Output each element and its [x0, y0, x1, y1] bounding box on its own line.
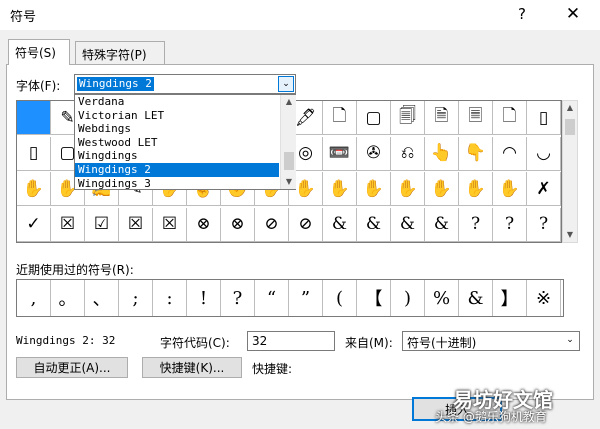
symbol-cell[interactable]: &	[425, 207, 459, 242]
symbol-cell[interactable]: ◡	[527, 136, 561, 171]
symbol-cell[interactable]: ▯	[527, 101, 561, 135]
title-bar: 符号 ? ✕	[0, 0, 600, 30]
symbol-cell[interactable]: 🗐	[391, 101, 425, 135]
symbol-cell[interactable]: ⊘	[289, 207, 323, 242]
recent-symbol-cell[interactable]: %	[425, 280, 459, 316]
recent-symbol-cell[interactable]: “	[255, 280, 289, 316]
font-dropdown-list: ▲ ▼ Verdana Victorian LET Webdings Westwood…	[74, 94, 296, 190]
symbol-cell[interactable]: ⊗	[221, 207, 255, 242]
symbol-cell[interactable]: ?	[527, 207, 561, 242]
close-button[interactable]: ✕	[560, 3, 586, 25]
font-label: 字体(F):	[16, 79, 61, 93]
symbol-cell[interactable]: 👆	[425, 136, 459, 171]
symbol-cell[interactable]: ☒	[153, 207, 187, 242]
recent-symbol-cell[interactable]: ;	[119, 280, 153, 316]
insert-button[interactable]: 插入	[412, 397, 502, 421]
symbol-cell[interactable]: ▯	[17, 136, 51, 171]
symbol-cell[interactable]: ?	[459, 207, 493, 242]
symbol-cell[interactable]: 🗏	[459, 101, 493, 135]
recent-symbol-cell[interactable]: &	[459, 280, 493, 316]
font-list-item[interactable]: Westwood LET	[75, 136, 279, 150]
recent-symbol-cell[interactable]: )	[391, 280, 425, 316]
symbol-cell[interactable]: ✋	[391, 172, 425, 206]
autocorrect-button[interactable]: 自动更正(A)...	[16, 357, 128, 378]
symbol-cell[interactable]: ⊘	[255, 207, 289, 242]
symbol-cell[interactable]: ✋	[357, 172, 391, 206]
scrollbar-thumb[interactable]	[284, 152, 294, 170]
symbol-cell[interactable]: 🗋	[493, 101, 527, 135]
symbol-cell[interactable]: ▢	[357, 101, 391, 135]
symbol-cell[interactable]: ⊗	[187, 207, 221, 242]
font-list-scrollbar[interactable]: ▲ ▼	[280, 95, 296, 189]
font-list-item[interactable]: Wingdings 3	[75, 177, 279, 191]
chevron-down-icon[interactable]: ⌄	[278, 76, 294, 92]
scroll-down-icon[interactable]: ▼	[281, 175, 297, 189]
tab-symbols[interactable]: 符号(S)	[8, 39, 70, 65]
symbol-cell[interactable]	[17, 101, 51, 135]
character-name: Wingdings 2: 32	[16, 334, 116, 347]
char-code-input[interactable]: 32	[247, 331, 335, 351]
scroll-up-icon[interactable]: ▲	[281, 95, 297, 109]
symbol-cell[interactable]: ◠	[493, 136, 527, 171]
font-select-value: Wingdings 2	[77, 77, 154, 91]
symbol-cell[interactable]: ✓	[17, 207, 51, 242]
recent-symbol-cell[interactable]: ,	[17, 280, 51, 316]
symbol-cell[interactable]: ☑	[85, 207, 119, 242]
symbol-cell[interactable]: ⎌	[391, 136, 425, 171]
tab-special-characters-label: 特殊字符(P)	[82, 48, 147, 62]
symbol-grid-scrollbar[interactable]: ▲ ▼	[562, 100, 578, 243]
recent-symbol-cell[interactable]: ※	[527, 280, 561, 316]
tab-symbols-label: 符号(S)	[15, 46, 56, 60]
symbol-cell[interactable]: &	[357, 207, 391, 242]
symbol-cell[interactable]: ?	[493, 207, 527, 242]
shortcut-key-button[interactable]: 快捷键(K)...	[142, 357, 242, 378]
symbol-cell[interactable]: ✗	[527, 172, 561, 206]
symbol-cell[interactable]: 🗎	[425, 101, 459, 135]
symbol-cell[interactable]: 🗋	[323, 101, 357, 135]
window-title: 符号	[10, 10, 37, 25]
scroll-down-icon[interactable]: ▼	[563, 228, 577, 242]
scrollbar-thumb[interactable]	[565, 119, 575, 135]
recent-symbol-cell[interactable]: 。	[51, 280, 85, 316]
recent-symbol-cell[interactable]: !	[187, 280, 221, 316]
font-list-item[interactable]: Verdana	[75, 95, 279, 109]
from-select[interactable]: 符号(十进制) ⌄	[402, 331, 580, 351]
help-button[interactable]: ?	[511, 3, 533, 25]
recent-symbol-cell[interactable]: 】	[493, 280, 527, 316]
recent-symbol-cell[interactable]: (	[323, 280, 357, 316]
from-select-value: 符号(十进制)	[407, 336, 477, 350]
font-list-item[interactable]: Webdings	[75, 122, 279, 136]
symbol-cell[interactable]: ✇	[357, 136, 391, 171]
scroll-up-icon[interactable]: ▲	[563, 101, 577, 115]
symbol-cell[interactable]: ✋	[425, 172, 459, 206]
font-list-item[interactable]: Wingdings	[75, 149, 279, 163]
font-select[interactable]: Wingdings 2 ⌄	[74, 74, 296, 94]
symbol-cell[interactable]: ✋	[17, 172, 51, 206]
chevron-down-icon[interactable]: ⌄	[562, 333, 578, 349]
recent-symbols-label: 近期使用过的符号(R):	[16, 263, 134, 277]
symbol-cell[interactable]: ☒	[51, 207, 85, 242]
tab-special-characters[interactable]: 特殊字符(P)	[75, 41, 165, 65]
recent-symbol-cell[interactable]: ”	[289, 280, 323, 316]
font-list-item[interactable]: Wingdings 2	[75, 163, 279, 177]
symbol-cell[interactable]: &	[391, 207, 425, 242]
from-label: 来自(M):	[345, 336, 393, 350]
symbol-cell[interactable]: &	[323, 207, 357, 242]
symbol-cell[interactable]: 📼	[323, 136, 357, 171]
recent-symbol-cell[interactable]: 、	[85, 280, 119, 316]
symbol-cell[interactable]: ✋	[323, 172, 357, 206]
char-code-label: 字符代码(C):	[160, 336, 230, 350]
symbol-cell[interactable]: ☒	[119, 207, 153, 242]
font-list-item[interactable]: Victorian LET	[75, 109, 279, 123]
shortcut-key-label: 快捷键:	[252, 362, 293, 376]
recent-symbol-cell[interactable]: :	[153, 280, 187, 316]
symbol-cell[interactable]: 👇	[459, 136, 493, 171]
symbol-cell[interactable]: ✋	[493, 172, 527, 206]
recent-symbol-cell[interactable]: ?	[221, 280, 255, 316]
recent-symbols-row: ,。、;:!? “”(【)% &】 ※	[16, 279, 564, 317]
recent-symbol-cell[interactable]: 【	[357, 280, 391, 316]
symbol-cell[interactable]: ✋	[459, 172, 493, 206]
